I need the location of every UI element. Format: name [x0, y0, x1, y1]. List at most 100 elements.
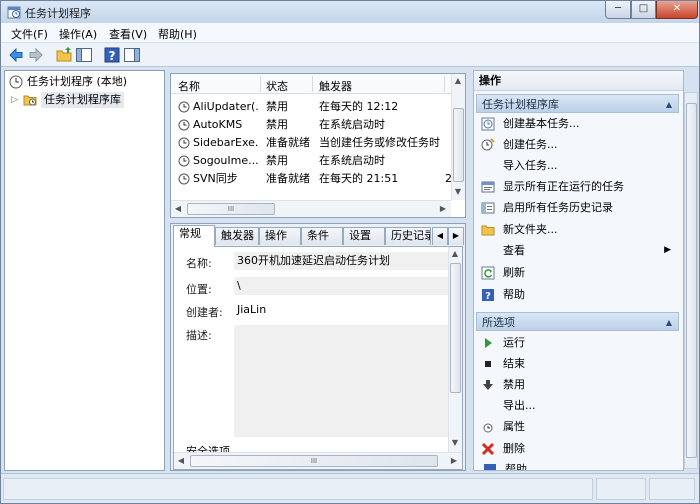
action-disable[interactable]: 禁用: [476, 374, 679, 395]
column-divider[interactable]: [444, 76, 445, 92]
forward-arrow-icon[interactable]: [27, 46, 45, 64]
expand-arrow-icon[interactable]: ▷: [11, 92, 18, 108]
action-display-running-tasks[interactable]: 显示所有正在运行的任务: [476, 176, 679, 197]
scroll-up-arrow-icon[interactable]: ▲: [452, 75, 464, 87]
scroll-up-arrow-icon[interactable]: ▲: [449, 248, 461, 260]
section-header-selected-item[interactable]: 所选项 ▲: [476, 312, 679, 331]
tree-item-task-library[interactable]: ▷ 任务计划程序库: [11, 92, 161, 108]
show-hide-action-pane-icon[interactable]: [123, 46, 141, 64]
action-enable-history[interactable]: 启用所有任务历史记录: [476, 197, 679, 218]
action-create-task[interactable]: 创建任务...: [476, 134, 679, 155]
action-label: 帮助: [503, 288, 525, 301]
status-cell-main: [3, 478, 593, 500]
action-help[interactable]: ? 帮助: [476, 284, 679, 305]
tab-scroll-right-icon[interactable]: ▶: [448, 227, 464, 245]
scroll-right-arrow-icon[interactable]: ▶: [448, 455, 460, 467]
scroll-right-arrow-icon[interactable]: ▶: [437, 203, 449, 215]
scroll-left-arrow-icon[interactable]: ◀: [172, 203, 184, 215]
maximize-button[interactable]: □: [631, 1, 656, 19]
action-delete[interactable]: 删除: [476, 438, 679, 459]
tab-general[interactable]: 常规: [173, 225, 215, 247]
scrollbar-thumb[interactable]: [686, 103, 697, 458]
action-properties[interactable]: 属性: [476, 416, 679, 437]
action-refresh[interactable]: 刷新: [476, 262, 679, 283]
tab-scroll-left-icon[interactable]: ◀: [432, 227, 448, 245]
column-header-name[interactable]: 名称: [178, 78, 200, 94]
scroll-left-arrow-icon[interactable]: ◀: [175, 455, 187, 467]
task-row[interactable]: AutoKMS 禁用 在系统启动时: [171, 116, 451, 134]
action-run[interactable]: 运行: [476, 332, 679, 353]
properties-icon: [483, 423, 493, 433]
task-clock-icon: [178, 173, 190, 185]
task-row[interactable]: AliUpdater(... 禁用 在每天的 12:12: [171, 98, 451, 116]
action-create-basic-task[interactable]: 创建基本任务...: [476, 113, 679, 134]
actions-pane-scrollbar[interactable]: [684, 92, 698, 469]
back-arrow-icon[interactable]: [7, 46, 25, 64]
menu-view[interactable]: 查看(V): [109, 26, 147, 42]
action-view[interactable]: 查看 ▶: [476, 240, 679, 261]
action-label: 属性: [503, 420, 525, 433]
task-row[interactable]: SVN同步 准备就绪 在每天的 21:51 2: [171, 170, 452, 188]
minimize-button[interactable]: ─: [605, 1, 631, 19]
column-divider[interactable]: [260, 76, 261, 92]
action-label: 帮助: [505, 463, 527, 470]
task-row[interactable]: SogouIme... 禁用 在系统启动时: [171, 152, 451, 170]
action-label: 启用所有任务历史记录: [503, 201, 613, 214]
scrollbar-thumb[interactable]: [450, 263, 461, 393]
task-scheduler-app-icon: [7, 6, 21, 19]
column-divider[interactable]: [312, 76, 313, 92]
menu-bar: 文件(F) 操作(A) 查看(V) 帮助(H): [1, 23, 699, 43]
column-header-trigger[interactable]: 触发器: [319, 78, 352, 94]
collapse-caret-icon[interactable]: ▲: [666, 313, 672, 332]
scrollbar-thumb[interactable]: [453, 108, 464, 182]
tab-actions[interactable]: 操作: [259, 227, 301, 245]
tree-root-local[interactable]: 任务计划程序 (本地): [9, 74, 159, 90]
description-value[interactable]: [234, 325, 448, 437]
task-row[interactable]: SidebarExe... 准备就绪 当创建任务或修改任务时: [171, 134, 451, 152]
up-folder-icon[interactable]: [55, 46, 73, 64]
detail-vertical-scrollbar[interactable]: ▲ ▼: [448, 247, 462, 452]
section-header-task-library[interactable]: 任务计划程序库 ▲: [476, 94, 679, 113]
name-value[interactable]: 360开机加速延迟启动任务计划: [234, 252, 448, 270]
task-list-vertical-scrollbar[interactable]: ▲ ▼: [451, 74, 465, 200]
action-new-folder[interactable]: 新文件夹...: [476, 219, 679, 240]
scrollbar-thumb[interactable]: III: [187, 203, 275, 215]
task-scheduler-window: 任务计划程序 ─ □ ✕ 文件(F) 操作(A) 查看(V) 帮助(H) ? 任…: [0, 0, 700, 504]
collapse-caret-icon[interactable]: ▲: [666, 95, 672, 114]
clock-icon: [9, 75, 23, 89]
action-import-task[interactable]: 导入任务...: [476, 155, 679, 176]
action-label: 查看: [503, 244, 525, 257]
scroll-down-arrow-icon[interactable]: ▼: [449, 437, 461, 449]
help-icon[interactable]: ?: [103, 46, 121, 64]
scroll-down-arrow-icon[interactable]: ▼: [452, 186, 464, 198]
show-hide-tree-icon[interactable]: [75, 46, 93, 64]
task-list-horizontal-scrollbar[interactable]: ◀ III ▶: [171, 200, 451, 217]
delete-icon: [481, 442, 495, 456]
action-label: 禁用: [503, 378, 525, 391]
action-help[interactable]: 帮助: [478, 459, 679, 470]
task-trigger: 当创建任务或修改任务时: [319, 136, 440, 149]
menu-help[interactable]: 帮助(H): [158, 26, 197, 42]
refresh-icon: [481, 266, 495, 280]
action-export[interactable]: 导出...: [476, 395, 679, 416]
task-trigger: 在每天的 21:51: [319, 172, 399, 185]
tab-conditions[interactable]: 条件: [301, 227, 343, 245]
section-header-label: 所选项: [482, 316, 515, 329]
menu-action[interactable]: 操作(A): [59, 26, 97, 42]
close-button[interactable]: ✕: [656, 1, 698, 19]
action-end[interactable]: 结束: [476, 353, 679, 374]
column-header-status[interactable]: 状态: [266, 78, 288, 94]
location-value[interactable]: \: [234, 277, 448, 295]
action-help-clip: 帮助: [476, 459, 679, 470]
menu-file[interactable]: 文件(F): [11, 26, 48, 42]
status-cell: [596, 478, 646, 500]
author-value[interactable]: JiaLin: [234, 301, 448, 319]
detail-tab-strip: 常规 触发器 操作 条件 设置 历史记录 ◀ ▶: [171, 224, 465, 247]
action-label: 创建任务...: [503, 138, 558, 151]
detail-horizontal-scrollbar[interactable]: ◀ III ▶: [174, 452, 462, 469]
tab-triggers[interactable]: 触发器: [215, 227, 259, 245]
tab-history[interactable]: 历史记录: [385, 227, 431, 245]
tab-settings[interactable]: 设置: [343, 227, 385, 245]
scrollbar-thumb[interactable]: III: [190, 455, 438, 467]
create-basic-task-icon: [481, 117, 495, 131]
